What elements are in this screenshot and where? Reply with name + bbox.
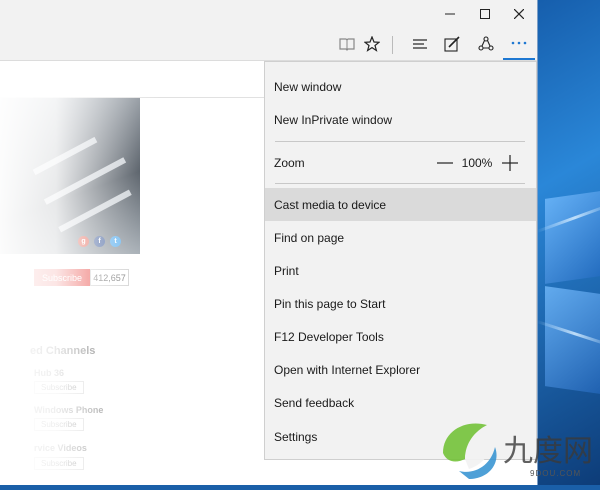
thumbnail-detail xyxy=(58,189,132,233)
share-icon[interactable] xyxy=(471,28,501,60)
more-actions-menu: New window New InPrivate window Zoom 100… xyxy=(264,61,537,460)
maximize-icon[interactable] xyxy=(467,0,503,28)
channel-subscribe-button[interactable]: Subscribe xyxy=(34,418,84,431)
thumbnail-detail xyxy=(32,136,98,176)
windows-logo-pane xyxy=(545,191,600,284)
hub-icon[interactable] xyxy=(405,28,435,60)
minimize-icon[interactable] xyxy=(432,0,468,28)
menu-item-new-window[interactable]: New window xyxy=(265,70,536,103)
google-plus-icon[interactable]: g xyxy=(78,236,89,247)
menu-item-new-inprivate-window[interactable]: New InPrivate window xyxy=(265,103,536,136)
channel-subscribe-button[interactable]: Subscribe xyxy=(34,457,84,470)
watermark-url: 9DOU.COM xyxy=(530,469,582,478)
favorites-star-icon[interactable] xyxy=(357,28,387,60)
web-note-icon[interactable] xyxy=(437,28,467,60)
menu-item-find-on-page[interactable]: Find on page xyxy=(265,221,536,254)
menu-item-pin-to-start[interactable]: Pin this page to Start xyxy=(265,287,536,320)
title-bar xyxy=(0,0,537,28)
watermark-logo-text: 九度网 xyxy=(503,434,593,469)
menu-separator xyxy=(275,183,525,184)
menu-item-cast-media[interactable]: Cast media to device xyxy=(265,188,536,221)
zoom-out-button[interactable] xyxy=(433,152,457,174)
site-watermark: 九度网 9DOU.COM xyxy=(435,413,600,485)
channel-name[interactable]: Windows Phone xyxy=(34,405,103,415)
menu-item-f12-developer-tools[interactable]: F12 Developer Tools xyxy=(265,320,536,353)
menu-item-print[interactable]: Print xyxy=(265,254,536,287)
close-icon[interactable] xyxy=(501,0,537,28)
video-thumbnail[interactable] xyxy=(0,98,140,254)
twitter-icon[interactable]: t xyxy=(110,236,121,247)
subscriber-count: 412,657 xyxy=(90,269,129,286)
more-actions-icon[interactable] xyxy=(503,28,535,60)
zoom-in-button[interactable] xyxy=(498,152,522,174)
channel-name[interactable]: rvice Videos xyxy=(34,443,87,453)
toolbar-divider xyxy=(392,36,393,54)
zoom-level: 100% xyxy=(461,156,493,170)
menu-separator xyxy=(275,141,525,142)
browser-toolbar xyxy=(0,28,537,61)
menu-item-zoom: Zoom xyxy=(265,146,536,179)
menu-item-open-with-ie[interactable]: Open with Internet Explorer xyxy=(265,353,536,386)
facebook-icon[interactable]: f xyxy=(94,236,105,247)
channel-name[interactable]: Hub 36 xyxy=(34,368,64,378)
featured-channels-title: ed Channels xyxy=(30,345,96,357)
channel-subscribe-button[interactable]: Subscribe xyxy=(34,381,84,394)
zoom-label: Zoom xyxy=(274,155,305,170)
subscribe-button[interactable]: Subscribe xyxy=(34,269,90,286)
